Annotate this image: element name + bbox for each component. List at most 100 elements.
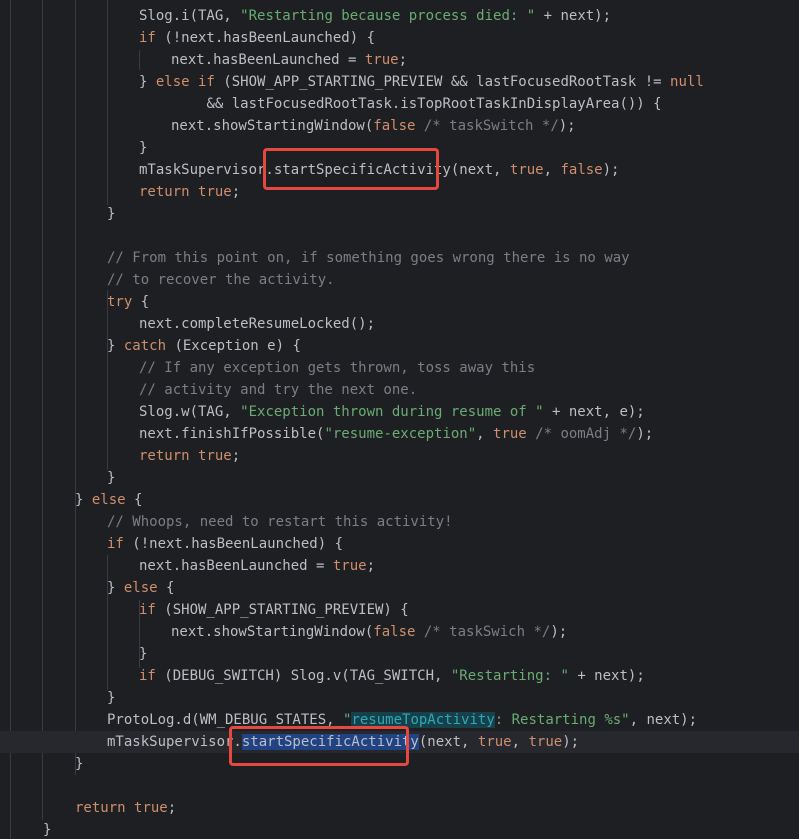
code-line: return true; [0,445,799,467]
code-line: // From this point on, if something goes… [0,247,799,269]
code-token: /* taskSwitch */ [415,118,559,134]
code-token: ); [562,734,580,750]
code-token: false [560,162,603,178]
code-token: next.hasBeenLaunched = [139,558,333,574]
code-line: next.completeResumeLocked(); [0,313,799,335]
code-token: next.showStartingWindow( [171,624,374,640]
code-token: Slog.i(TAG, [139,8,241,24]
code-line: if (!next.hasBeenLaunched) { [0,27,799,49]
code-token: true [509,162,544,178]
code-token: (!next.hasBeenLaunched) { [155,30,376,46]
code-token: else [91,492,126,508]
code-token: (!next.hasBeenLaunched) { [123,536,344,552]
code-line: } [0,819,799,839]
code-line: // Whoops, need to restart this activity… [0,511,799,533]
code-token: // If any exception gets thrown, toss aw… [139,360,536,376]
code-token: , next); [629,712,698,728]
code-token: "resume-exception" [324,426,477,442]
code-token: // to recover the activity. [107,272,335,288]
code-line: if (DEBUG_SWITCH) Slog.v(TAG_SWITCH, "Re… [0,665,799,687]
code-token: catch [123,338,167,354]
code-token: return [75,800,126,816]
code-line: next.hasBeenLaunched = true; [0,555,799,577]
code-line: Slog.i(TAG, "Restarting because process … [0,5,799,27]
code-token: { [125,492,143,508]
code-token: next.completeResumeLocked(); [139,316,376,332]
code-token: null [670,74,704,90]
code-token: true [528,734,563,750]
code-line: mTaskSupervisor.startSpecificActivity(ne… [0,159,799,181]
code-token: ; [231,184,241,200]
code-line: } [0,643,799,665]
code-line: // to recover the activity. [0,269,799,291]
code-token: ); [636,426,654,442]
code-token: true [493,426,527,442]
code-line: } else if (SHOW_APP_STARTING_PREVIEW && … [0,71,799,93]
code-token: + next); [568,668,645,684]
code-token: ; [366,558,376,574]
code-line: // activity and try the next one. [0,379,799,401]
code-token: else if [155,74,215,90]
code-token: /* oomAdj */ [526,426,637,442]
code-token: } [107,580,124,596]
code-token: } [75,756,84,772]
code-editor[interactable]: Slog.i(TAG, "Restarting because process … [0,0,799,839]
code-token: "Restarting because process died: " [240,8,536,24]
code-token: true [198,184,232,200]
code-token: if [107,536,124,552]
code-line: next.hasBeenLaunched = true; [0,49,799,71]
code-token: (DEBUG_SWITCH) Slog.v(TAG_SWITCH, [155,668,451,684]
code-token: "Restarting: " [450,668,569,684]
code-token: , [476,426,494,442]
code-token: true [477,734,512,750]
code-line: try { [0,291,799,313]
code-line: } [0,203,799,225]
code-token: false [373,624,416,640]
code-token: next.finishIfPossible( [139,426,325,442]
code-token: return [139,184,190,200]
code-token: } [43,822,52,838]
code-token: if [139,668,156,684]
code-token: ); [550,624,568,640]
code-token: } [107,338,124,354]
code-token: } [139,74,156,90]
code-token: // Whoops, need to restart this activity… [107,514,453,530]
code-line: if (!next.hasBeenLaunched) { [0,533,799,555]
code-line: return true; [0,797,799,819]
code-line: return true; [0,181,799,203]
code-line: next.finishIfPossible("resume-exception"… [0,423,799,445]
code-token: ProtoLog.d(WM_DEBUG_STATES, [107,712,344,728]
code-token: { [157,580,175,596]
code-token: } [75,492,92,508]
code-line: next.showStartingWindow(false /* taskSwi… [0,115,799,137]
code-token: } [107,470,116,486]
code-token: next.showStartingWindow( [171,118,374,134]
code-token: return [139,448,190,464]
code-token: (SHOW_APP_STARTING_PREVIEW && lastFocuse… [214,74,671,90]
code-token: mTaskSupervisor. [107,734,242,750]
code-line: } [0,753,799,775]
code-line: && lastFocusedRootTask.isTopRootTaskInDi… [0,93,799,115]
code-token: } [107,206,116,222]
code-token: ; [231,448,241,464]
code-token: // From this point on, if something goes… [107,250,630,266]
code-token: try [107,294,133,310]
code-token: true [198,448,232,464]
code-line: } [0,137,799,159]
code-line: if (SHOW_APP_STARTING_PREVIEW) { [0,599,799,621]
code-line: } [0,687,799,709]
code-token: && lastFocusedRootTask.isTopRootTaskInDi… [206,96,662,112]
code-token: /* taskSwich */ [415,624,551,640]
code-token: , [511,734,529,750]
code-token: resumeTopActivity [351,712,495,728]
code-token: (Exception e) { [166,338,301,354]
code-token: { [132,294,150,310]
code-line: Slog.w(TAG, "Exception thrown during res… [0,401,799,423]
code-line: } else { [0,577,799,599]
code-token: true [332,558,367,574]
